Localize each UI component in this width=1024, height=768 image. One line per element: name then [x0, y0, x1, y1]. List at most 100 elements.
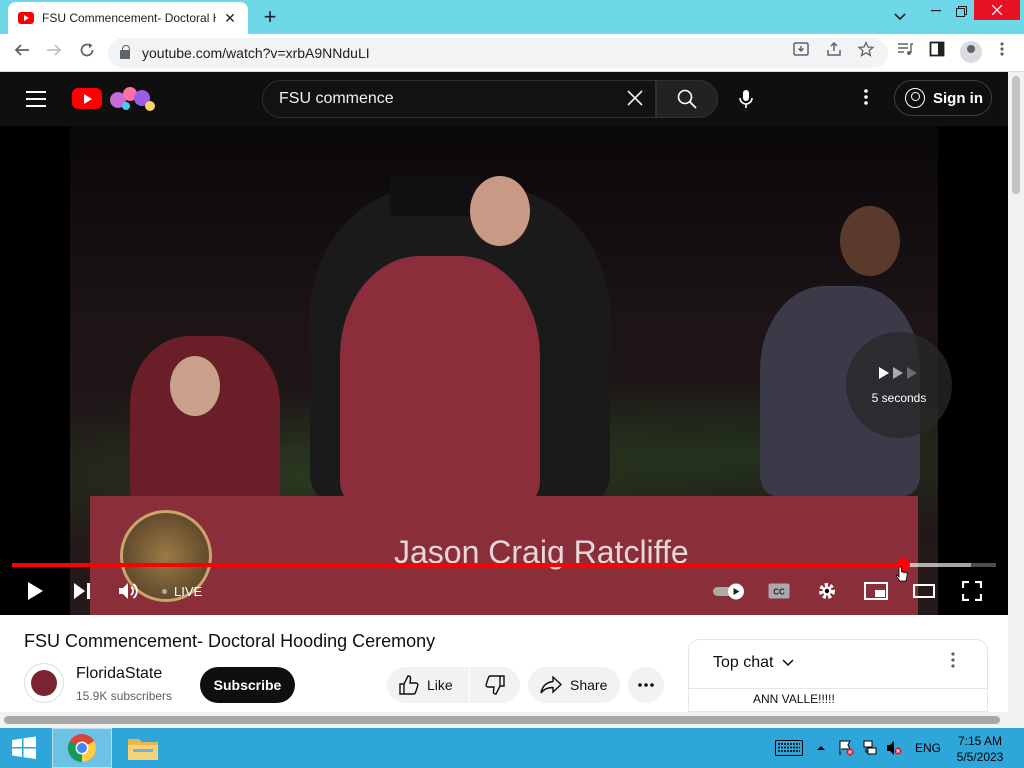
svg-text:CC: CC	[773, 588, 785, 597]
live-chat-panel: Top chat ANN VALLE!!!!!	[688, 639, 988, 712]
vertical-scrollbar-thumb[interactable]	[1012, 76, 1020, 194]
address-bar[interactable]: youtube.com/watch?v=xrbA9NNduLI	[108, 38, 888, 68]
touch-keyboard-icon[interactable]	[774, 740, 804, 756]
profile-avatar-icon[interactable]	[960, 41, 982, 63]
chevron-down-icon	[782, 659, 794, 667]
horizontal-scrollbar-thumb[interactable]	[4, 716, 1000, 724]
volume-muted-icon[interactable]	[884, 740, 904, 756]
settings-kebab-icon[interactable]	[856, 88, 876, 110]
input-language-indicator[interactable]: ENG	[915, 741, 941, 755]
captions-button[interactable]: CC	[764, 576, 794, 606]
graduate-cap	[390, 176, 480, 216]
subscriber-count: 15.9K subscribers	[76, 689, 173, 703]
forward-arrow-icon[interactable]	[43, 42, 65, 64]
video-player[interactable]: Jason Craig Ratcliffe 5 seconds LIVE CC	[0, 126, 1008, 615]
autoplay-toggle[interactable]	[710, 576, 748, 606]
start-button[interactable]	[0, 728, 48, 768]
youtube-doodle-icon[interactable]	[108, 84, 156, 112]
bookmark-star-icon[interactable]	[855, 40, 877, 61]
live-label: LIVE	[174, 584, 203, 599]
chat-mode-label: Top chat	[713, 654, 774, 671]
search-button[interactable]	[656, 80, 718, 118]
more-horizontal-icon	[638, 683, 654, 687]
thumbs-down-icon	[485, 675, 505, 695]
share-page-icon[interactable]	[823, 41, 845, 61]
windows-logo-icon	[12, 736, 36, 759]
live-indicator[interactable]: LIVE	[162, 584, 202, 599]
progress-bar[interactable]	[12, 558, 996, 571]
chat-message: ANN VALLE!!!!!	[753, 692, 835, 706]
tab-search-chevron-icon[interactable]	[886, 6, 914, 28]
vertical-scrollbar[interactable]	[1008, 72, 1024, 728]
like-button[interactable]: Like	[387, 667, 469, 703]
new-tab-button[interactable]: +	[258, 6, 282, 30]
windows-taskbar: ENG 7:15 AM 5/5/2023	[0, 728, 1024, 768]
dislike-button[interactable]	[470, 667, 520, 703]
url-text[interactable]: youtube.com/watch?v=xrbA9NNduLI	[142, 45, 370, 61]
like-label: Like	[427, 677, 453, 693]
chrome-menu-icon[interactable]	[991, 41, 1013, 61]
browser-tab[interactable]: FSU Commencement- Doctoral Hooding Cerem…	[8, 2, 248, 34]
subscribe-button[interactable]: Subscribe	[200, 667, 295, 703]
back-arrow-icon[interactable]	[11, 42, 33, 64]
seated-faculty-face	[170, 356, 220, 416]
youtube-logo-icon[interactable]	[72, 88, 102, 109]
progress-played	[12, 563, 903, 567]
channel-name-link[interactable]: FloridaState	[76, 665, 162, 683]
search-input-value[interactable]: FSU commence	[279, 90, 615, 108]
install-app-icon[interactable]	[790, 41, 812, 61]
play-button[interactable]	[20, 576, 50, 606]
window-restore-button[interactable]	[950, 0, 972, 22]
video-title: FSU Commencement- Doctoral Hooding Cerem…	[24, 631, 436, 651]
tab-close-icon[interactable]: ✕	[222, 10, 238, 27]
side-panel-icon[interactable]	[926, 41, 948, 61]
sign-in-button[interactable]: Sign in	[894, 80, 992, 116]
chat-divider	[689, 688, 987, 689]
theater-mode-button[interactable]	[908, 576, 940, 606]
search-input[interactable]: FSU commence	[262, 80, 656, 118]
network-icon[interactable]	[860, 740, 880, 756]
window-minimize-button[interactable]	[926, 0, 946, 22]
theater-mode-icon	[913, 584, 935, 598]
miniplayer-button[interactable]	[860, 576, 892, 606]
graduate-robe-figure	[340, 256, 540, 506]
account-icon	[905, 88, 925, 108]
taskbar-file-explorer[interactable]	[113, 728, 173, 768]
action-center-flag-icon[interactable]	[836, 740, 856, 756]
settings-button[interactable]	[812, 576, 842, 606]
next-icon	[74, 583, 90, 599]
taskbar-clock[interactable]: 7:15 AM 5/5/2023	[950, 733, 1010, 765]
next-button[interactable]	[68, 576, 96, 606]
folder-icon	[128, 739, 158, 760]
autoplay-toggle-icon	[713, 583, 744, 600]
chat-mode-dropdown[interactable]: Top chat	[713, 654, 794, 672]
guide-menu-icon[interactable]	[26, 91, 46, 107]
window-close-button[interactable]	[974, 0, 1020, 20]
fullscreen-button[interactable]	[956, 576, 988, 606]
mute-button[interactable]	[114, 576, 144, 606]
thumbs-up-icon	[399, 675, 419, 695]
seek-amount-text: 5 seconds	[871, 390, 927, 405]
clock-date: 5/5/2023	[956, 750, 1004, 764]
seek-indicator: 5 seconds	[846, 332, 952, 438]
horizontal-scrollbar[interactable]	[0, 712, 1008, 728]
youtube-favicon-icon	[18, 12, 34, 24]
taskbar-chrome[interactable]	[52, 728, 112, 768]
gear-icon	[819, 583, 835, 599]
video-frame: Jason Craig Ratcliffe 5 seconds	[70, 126, 952, 615]
media-queue-icon[interactable]	[894, 41, 916, 61]
channel-avatar[interactable]	[24, 663, 64, 703]
reload-icon[interactable]	[76, 42, 98, 64]
video-details: FSU Commencement- Doctoral Hooding Cerem…	[0, 615, 1008, 712]
share-button[interactable]: Share	[528, 667, 620, 703]
tab-title: FSU Commencement- Doctoral Hooding Cerem…	[42, 11, 216, 25]
fast-forward-icon	[877, 366, 921, 385]
clear-search-icon[interactable]	[615, 86, 655, 112]
voice-search-mic-icon[interactable]	[732, 80, 760, 118]
miniplayer-icon	[864, 582, 888, 600]
lock-icon[interactable]	[120, 45, 130, 59]
show-hidden-icons-icon[interactable]	[814, 740, 828, 756]
live-dot-icon	[162, 589, 167, 594]
more-actions-button[interactable]	[628, 667, 664, 703]
chat-options-icon[interactable]	[951, 652, 955, 673]
